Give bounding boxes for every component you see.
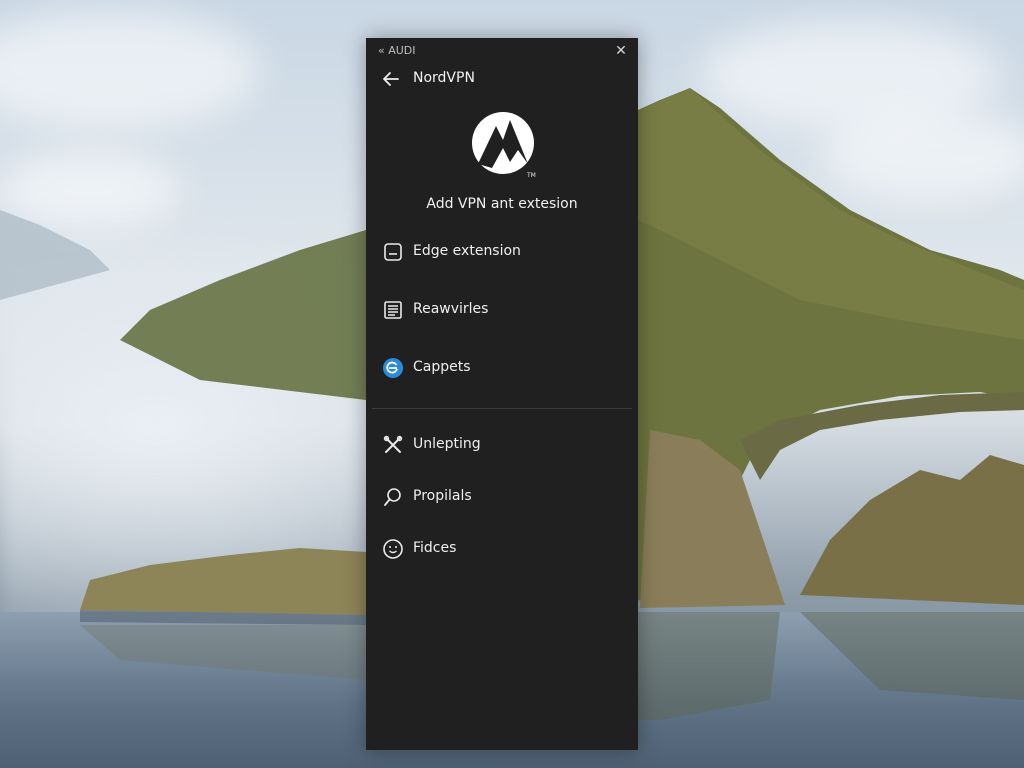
app-title: « AUDI — [378, 44, 416, 57]
menu-primary: Edge extension Reawvirles Cappets — [366, 232, 638, 406]
trademark-mark: TM — [527, 172, 536, 179]
menu-item-cappets[interactable]: Cappets — [366, 348, 638, 406]
panel-subtitle: Add VPN ant extesion — [426, 196, 578, 212]
edge-extension-icon — [384, 243, 402, 261]
close-icon[interactable]: ✕ — [612, 42, 630, 60]
logo-area: TM — [366, 102, 638, 188]
menu-item-edge-extension[interactable]: Edge extension — [366, 232, 638, 290]
nordvpn-logo — [472, 112, 534, 174]
menu-item-label: Unlepting — [413, 436, 481, 452]
panel-titlebar: « AUDI ✕ — [366, 38, 638, 64]
menu-item-fidces[interactable]: Fidces — [366, 529, 638, 581]
page-title: NordVPN — [413, 70, 475, 86]
menu-item-label: Reawvirles — [413, 301, 489, 317]
edge-browser-icon — [383, 358, 403, 378]
menu-item-label: Propilals — [413, 488, 472, 504]
nordvpn-side-panel: « AUDI ✕ NordVPN TM Add VPN ant extesion… — [366, 38, 638, 750]
menu-item-unlepting[interactable]: Unlepting — [366, 425, 638, 477]
menu-item-label: Cappets — [413, 359, 471, 375]
menu-item-label: Fidces — [413, 540, 457, 556]
menu-item-label: Edge extension — [413, 243, 521, 259]
menu-secondary: Unlepting Propilals Fidces — [366, 425, 638, 581]
smiley-icon — [383, 539, 403, 559]
menu-divider — [372, 408, 632, 409]
tools-icon — [383, 435, 403, 453]
back-arrow-icon[interactable] — [380, 68, 402, 90]
panel-header: NordVPN — [366, 64, 638, 94]
profile-search-icon — [384, 488, 401, 506]
menu-item-reawvirles[interactable]: Reawvirles — [366, 290, 638, 348]
menu-item-propilals[interactable]: Propilals — [366, 477, 638, 529]
document-list-icon — [384, 301, 402, 319]
